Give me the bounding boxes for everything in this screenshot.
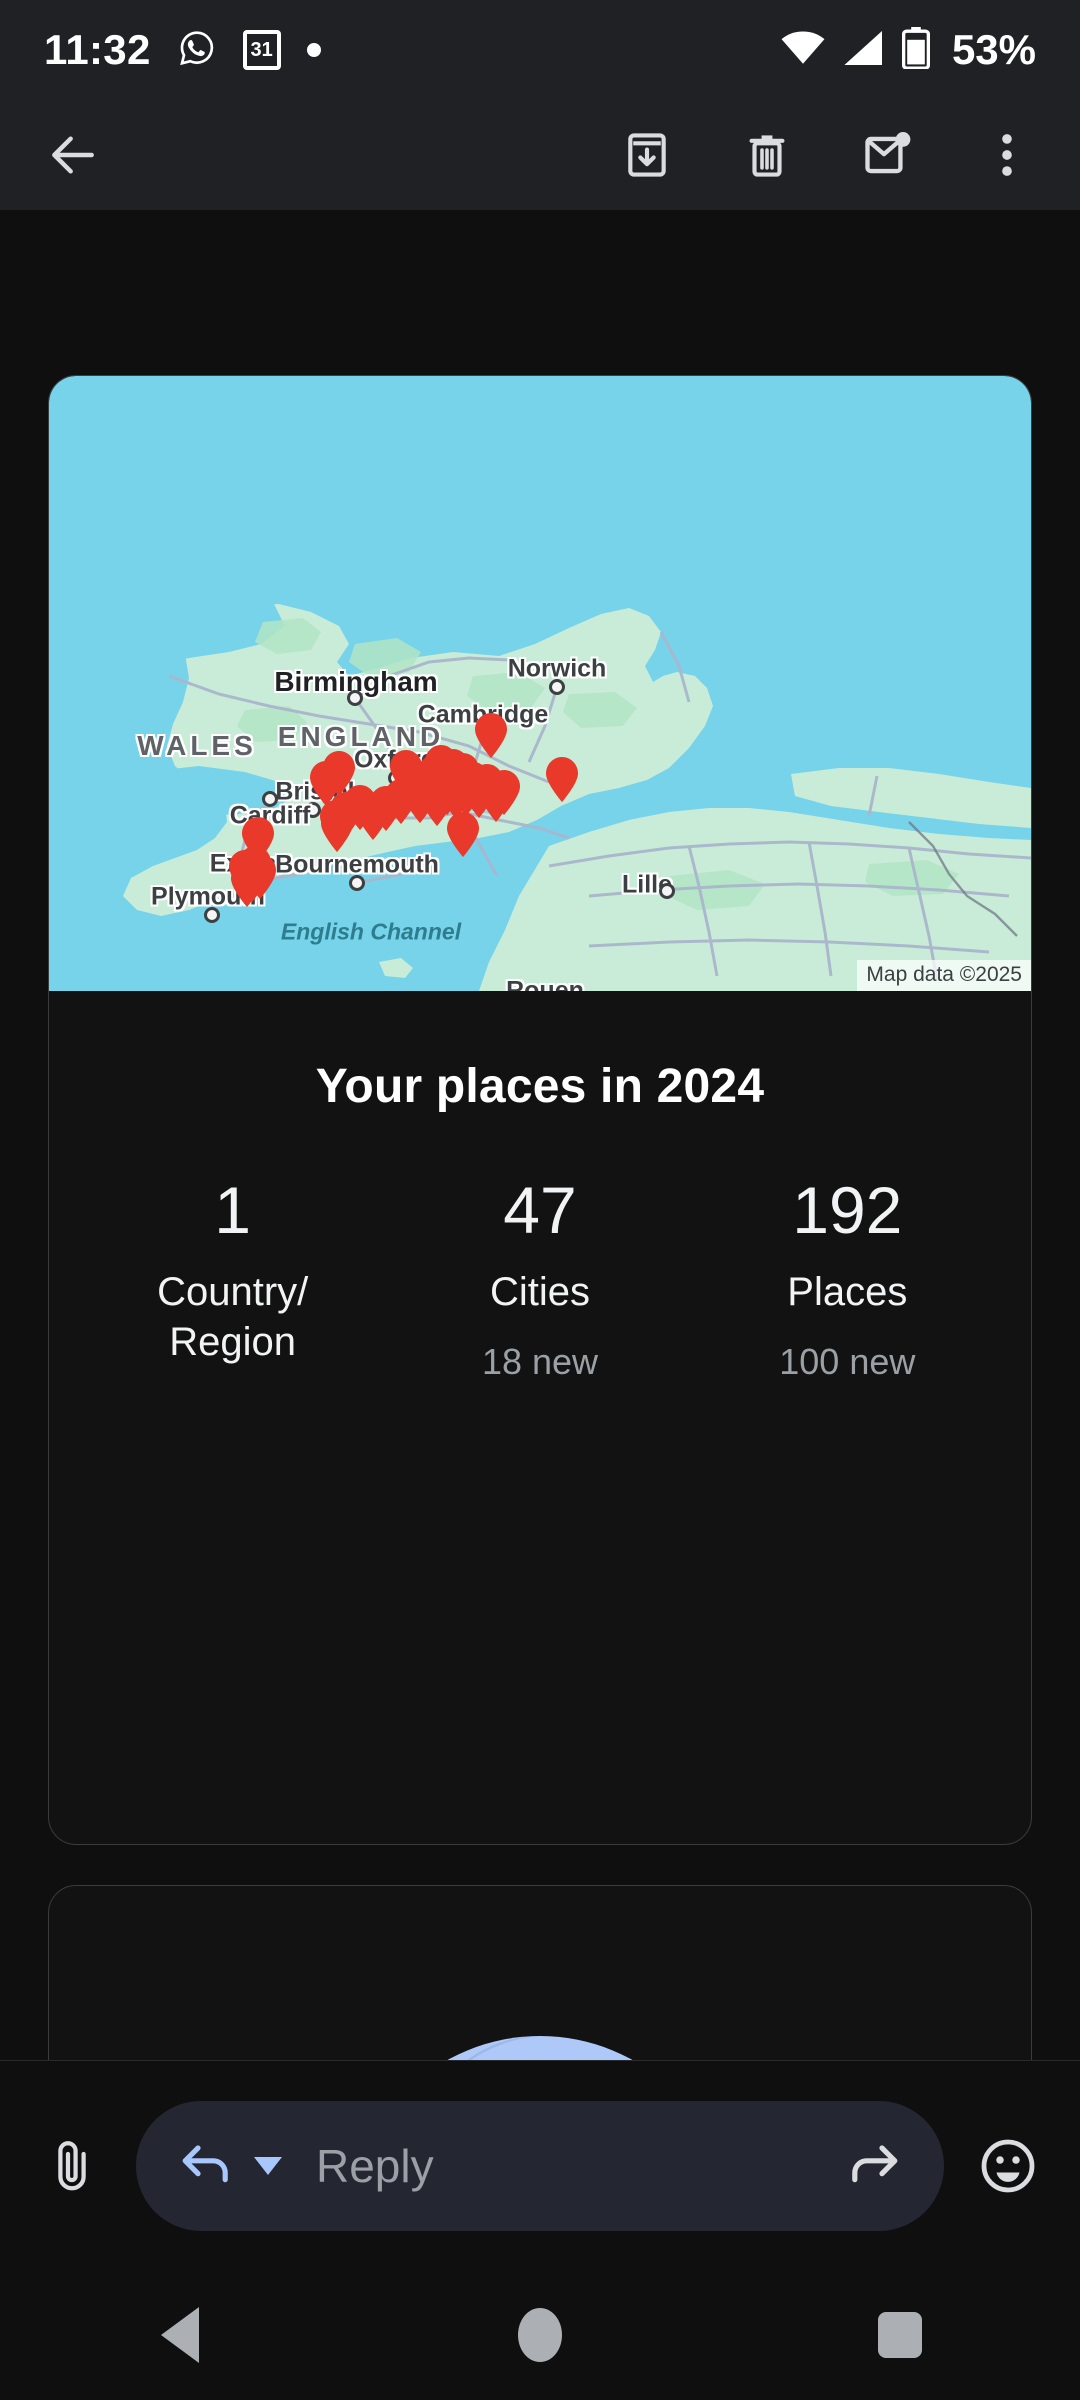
map-city-dot xyxy=(659,883,675,899)
nav-back-icon[interactable] xyxy=(120,2290,240,2380)
map-city-dot xyxy=(347,690,363,706)
places-title: Your places in 2024 xyxy=(315,1060,765,1113)
map-place-pin[interactable] xyxy=(229,862,265,908)
forward-arrow-icon[interactable] xyxy=(846,2140,900,2191)
stat-value: 47 xyxy=(503,1173,577,1247)
reply-input-pill[interactable]: Reply xyxy=(136,2100,944,2231)
status-bar: 11:32 31 53% xyxy=(0,0,1080,100)
email-content-scroll[interactable]: BirminghamNorwichCambridgeWALESENGLANDOx… xyxy=(0,210,1080,2060)
stat-item: 47 Cities 18 new xyxy=(386,1173,693,1437)
stat-value: 1 xyxy=(214,1173,252,1247)
emoji-icon[interactable] xyxy=(966,2124,1050,2208)
notification-dot-icon xyxy=(306,43,321,57)
app-toolbar xyxy=(0,100,1080,210)
reply-mode-selector[interactable] xyxy=(180,2140,282,2191)
map-city-dot xyxy=(549,679,565,695)
toolbar-actions xyxy=(618,126,1036,184)
stat-label: Cities xyxy=(489,1270,590,1315)
map-city-dot xyxy=(262,791,278,807)
whatsapp-icon xyxy=(177,28,217,73)
stat-label: Places xyxy=(787,1270,908,1315)
back-button[interactable] xyxy=(44,126,102,184)
archive-icon[interactable] xyxy=(618,126,676,184)
stat-item: 192 Places 100 new xyxy=(694,1173,1001,1437)
map-city-dot xyxy=(204,907,220,923)
status-bar-clock: 11:32 xyxy=(44,26,151,73)
globe-card xyxy=(48,1885,1032,2060)
delete-icon[interactable] xyxy=(738,126,796,184)
places-summary-card: BirminghamNorwichCambridgeWALESENGLANDOx… xyxy=(48,375,1032,1845)
chevron-down-icon xyxy=(254,2156,282,2175)
stat-new-count: 100 new xyxy=(779,1341,916,1383)
stat-value: 192 xyxy=(792,1173,903,1247)
status-bar-left: 11:32 31 xyxy=(44,26,321,74)
stat-item: 1Country/Region- xyxy=(79,1173,386,1437)
map-city-dot xyxy=(349,875,365,891)
map-place-pin[interactable] xyxy=(544,757,580,803)
wifi-icon xyxy=(780,30,826,71)
more-options-icon[interactable] xyxy=(978,126,1036,184)
status-bar-right: 53% xyxy=(780,26,1036,74)
stats-row: 1Country/Region-47Cities18 new192Places1… xyxy=(79,1173,1001,1437)
calendar-day: 31 xyxy=(250,39,273,61)
map-place-pin[interactable] xyxy=(319,807,355,853)
globe-illustration xyxy=(49,1886,1031,2060)
stat-new-count: 18 new xyxy=(481,1341,599,1383)
map-attribution: Map data ©2025 xyxy=(857,960,1031,991)
battery-icon xyxy=(901,26,931,74)
attachment-icon[interactable] xyxy=(30,2124,114,2208)
battery-percent-label: 53% xyxy=(951,26,1036,73)
mark-unread-icon[interactable] xyxy=(858,126,916,184)
stat-label: Country/Region xyxy=(157,1270,309,1365)
map-place-pin[interactable] xyxy=(486,770,522,816)
nav-home-icon[interactable] xyxy=(480,2290,600,2380)
map-place-pin[interactable] xyxy=(445,812,481,858)
map-geometry xyxy=(99,576,1031,991)
reply-arrow-icon xyxy=(180,2140,234,2191)
calendar-icon: 31 xyxy=(242,30,281,70)
android-nav-bar xyxy=(0,2270,1080,2400)
cellular-signal-icon xyxy=(842,30,886,71)
reply-bar: Reply xyxy=(0,2060,1080,2270)
nav-recents-icon[interactable] xyxy=(840,2290,960,2380)
places-map[interactable]: BirminghamNorwichCambridgeWALESENGLANDOx… xyxy=(49,376,1031,991)
reply-input[interactable]: Reply xyxy=(316,2139,846,2193)
places-stats: Your places in 2024 1Country/Region-47Ci… xyxy=(49,1059,1031,1437)
